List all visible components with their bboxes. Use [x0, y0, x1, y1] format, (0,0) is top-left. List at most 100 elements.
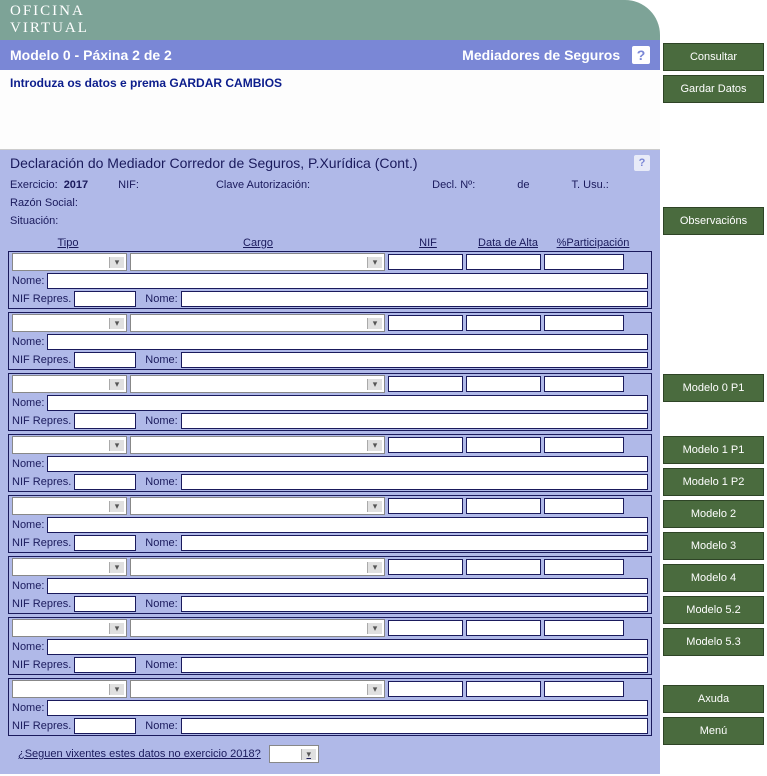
footer-select[interactable] — [269, 745, 319, 763]
data-alta-input[interactable] — [466, 559, 541, 575]
modelo-1-p1-button[interactable]: Modelo 1 P1 — [663, 436, 764, 464]
entry-block: Nome:NIF Repres.Nome: — [8, 678, 652, 736]
nome-label: Nome: — [12, 397, 44, 409]
participacion-input[interactable] — [544, 376, 624, 392]
help-icon[interactable]: ? — [632, 46, 650, 64]
nome-repres-input[interactable] — [181, 291, 648, 307]
data-alta-input[interactable] — [466, 376, 541, 392]
participacion-input[interactable] — [544, 559, 624, 575]
title-bar: Modelo 0 - Páxina 2 de 2 Mediadores de S… — [0, 40, 660, 70]
nome-repres-label: Nome: — [145, 476, 177, 488]
participacion-input[interactable] — [544, 315, 624, 331]
tipo-select[interactable] — [12, 619, 127, 637]
help-icon[interactable]: ? — [634, 155, 650, 171]
gardar-datos-button[interactable]: Gardar Datos — [663, 75, 764, 103]
entry-block: Nome:NIF Repres.Nome: — [8, 617, 652, 675]
nome-input[interactable] — [47, 517, 648, 533]
cargo-select[interactable] — [130, 497, 385, 515]
participacion-input[interactable] — [544, 620, 624, 636]
nif-repres-input[interactable] — [74, 352, 136, 368]
nif-input[interactable] — [388, 376, 463, 392]
nome-repres-label: Nome: — [145, 537, 177, 549]
meta-row-2: Razón Social: — [0, 194, 660, 212]
modelo-5-2-button[interactable]: Modelo 5.2 — [663, 596, 764, 624]
modelo-4-button[interactable]: Modelo 4 — [663, 564, 764, 592]
tipo-select[interactable] — [12, 680, 127, 698]
data-alta-input[interactable] — [466, 254, 541, 270]
modelo-2-button[interactable]: Modelo 2 — [663, 500, 764, 528]
consultar-button[interactable]: Consultar — [663, 43, 764, 71]
nif-input[interactable] — [388, 620, 463, 636]
nome-input[interactable] — [47, 700, 648, 716]
nome-input[interactable] — [47, 639, 648, 655]
modelo-1-p2-button[interactable]: Modelo 1 P2 — [663, 468, 764, 496]
modelo-3-button[interactable]: Modelo 3 — [663, 532, 764, 560]
nif-repres-input[interactable] — [74, 474, 136, 490]
tipo-select[interactable] — [12, 497, 127, 515]
cargo-select[interactable] — [130, 558, 385, 576]
nif-repres-input[interactable] — [74, 657, 136, 673]
nome-input[interactable] — [47, 334, 648, 350]
nome-repres-label: Nome: — [145, 293, 177, 305]
page-subtitle-right: Mediadores de Seguros ? — [462, 46, 650, 64]
nif-repres-input[interactable] — [74, 596, 136, 612]
nome-repres-input[interactable] — [181, 596, 648, 612]
participacion-input[interactable] — [544, 254, 624, 270]
nif-input[interactable] — [388, 437, 463, 453]
nif-input[interactable] — [388, 315, 463, 331]
cargo-select[interactable] — [130, 680, 385, 698]
nif-repres-label: NIF Repres. — [12, 415, 71, 427]
data-alta-input[interactable] — [466, 437, 541, 453]
meta-row-1: Exercicio: 2017 NIF: Clave Autorización:… — [0, 176, 660, 194]
participacion-input[interactable] — [544, 498, 624, 514]
cargo-select[interactable] — [130, 314, 385, 332]
tipo-select[interactable] — [12, 558, 127, 576]
nome-input[interactable] — [47, 273, 648, 289]
nif-input[interactable] — [388, 681, 463, 697]
nome-repres-input[interactable] — [181, 657, 648, 673]
nome-repres-input[interactable] — [181, 718, 648, 734]
nif-repres-label: NIF Repres. — [12, 659, 71, 671]
data-alta-input[interactable] — [466, 498, 541, 514]
entry-block: Nome:NIF Repres.Nome: — [8, 373, 652, 431]
nif-repres-input[interactable] — [74, 413, 136, 429]
nome-input[interactable] — [47, 578, 648, 594]
nif-repres-input[interactable] — [74, 718, 136, 734]
cargo-select[interactable] — [130, 436, 385, 454]
meta-row-3: Situación: — [0, 212, 660, 230]
footer-question: ¿Seguen vixentes estes datos no exercici… — [8, 739, 652, 769]
nome-repres-label: Nome: — [145, 598, 177, 610]
cargo-select[interactable] — [130, 375, 385, 393]
nif-repres-input[interactable] — [74, 291, 136, 307]
participacion-input[interactable] — [544, 681, 624, 697]
nome-input[interactable] — [47, 456, 648, 472]
tipo-select[interactable] — [12, 375, 127, 393]
data-alta-input[interactable] — [466, 315, 541, 331]
participacion-input[interactable] — [544, 437, 624, 453]
menu-button[interactable]: Menú — [663, 717, 764, 745]
nome-input[interactable] — [47, 395, 648, 411]
data-alta-input[interactable] — [466, 620, 541, 636]
nif-repres-input[interactable] — [74, 535, 136, 551]
nome-repres-input[interactable] — [181, 413, 648, 429]
tipo-select[interactable] — [12, 253, 127, 271]
nif-input[interactable] — [388, 498, 463, 514]
axuda-button[interactable]: Axuda — [663, 685, 764, 713]
tipo-select[interactable] — [12, 314, 127, 332]
entry-block: Nome:NIF Repres.Nome: — [8, 556, 652, 614]
nome-label: Nome: — [12, 458, 44, 470]
modelo-5-3-button[interactable]: Modelo 5.3 — [663, 628, 764, 656]
nif-input[interactable] — [388, 254, 463, 270]
modelo-0-p1-button[interactable]: Modelo 0 P1 — [663, 374, 764, 402]
nome-repres-input[interactable] — [181, 352, 648, 368]
nome-repres-label: Nome: — [145, 720, 177, 732]
cargo-select[interactable] — [130, 619, 385, 637]
observacions-button[interactable]: Observacións — [663, 207, 764, 235]
data-alta-input[interactable] — [466, 681, 541, 697]
entry-block: Nome:NIF Repres.Nome: — [8, 495, 652, 553]
tipo-select[interactable] — [12, 436, 127, 454]
nome-repres-input[interactable] — [181, 535, 648, 551]
cargo-select[interactable] — [130, 253, 385, 271]
nome-repres-input[interactable] — [181, 474, 648, 490]
nif-input[interactable] — [388, 559, 463, 575]
